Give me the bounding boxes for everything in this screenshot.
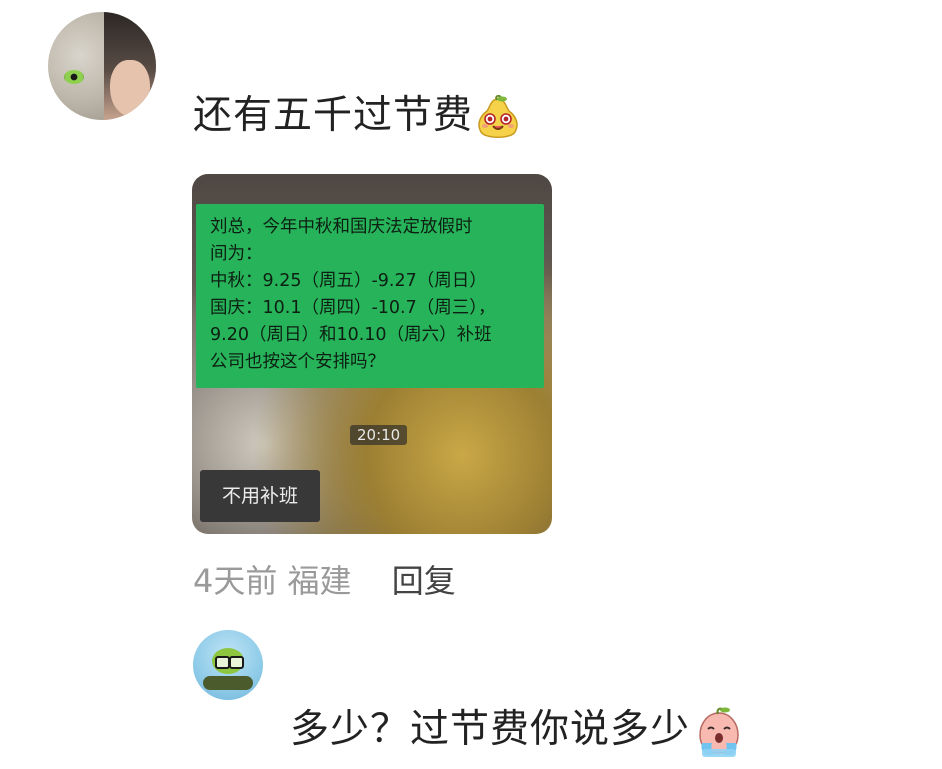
- message-line: 中秋：9.25（周五）-9.27（周日）: [210, 271, 487, 291]
- message-line: 刘总，今年中秋和国庆法定放假时: [210, 217, 473, 237]
- reply-comment-content: 多少？过节费你说多少: [290, 707, 691, 752]
- glasses-right-icon: [229, 656, 244, 669]
- message-line: 9.20（周日）和10.10（周六）补班: [210, 325, 492, 345]
- reply-comment-text: 多少？过节费你说多少: [290, 698, 746, 759]
- reply-button[interactable]: 回复: [392, 562, 456, 600]
- avatar[interactable]: [48, 12, 156, 120]
- message-line: 间为：: [210, 244, 263, 264]
- avatar-face: [110, 60, 150, 116]
- chat-message-bubble: 刘总，今年中秋和国庆法定放假时 间为： 中秋：9.25（周五）-9.27（周日）…: [196, 204, 544, 388]
- comment-text: 还有五千过节费: [193, 84, 521, 141]
- smiling-pear-emoji-icon: [475, 94, 521, 141]
- comment-time-ago: 4天前: [193, 562, 278, 600]
- chat-screenshot-image[interactable]: 刘总，今年中秋和国庆法定放假时 间为： 中秋：9.25（周五）-9.27（周日）…: [192, 174, 552, 534]
- glasses-left-icon: [215, 656, 230, 669]
- crying-peach-emoji-icon: [692, 705, 746, 759]
- message-timestamp: 20:10: [350, 425, 408, 445]
- reply-message-bubble: 不用补班: [200, 470, 320, 522]
- comment-location: 福建: [287, 562, 352, 600]
- cat-eye-icon: [64, 70, 84, 84]
- message-line: 公司也按这个安排吗？: [210, 352, 385, 372]
- skateboard-icon: [203, 676, 253, 690]
- reply-avatar[interactable]: [193, 630, 263, 700]
- message-line: 国庆：10.1（周四）-10.7（周三），: [210, 298, 496, 318]
- comment-meta: 4天前 福建 回复: [193, 556, 456, 602]
- comment-text-content: 还有五千过节费: [193, 93, 474, 138]
